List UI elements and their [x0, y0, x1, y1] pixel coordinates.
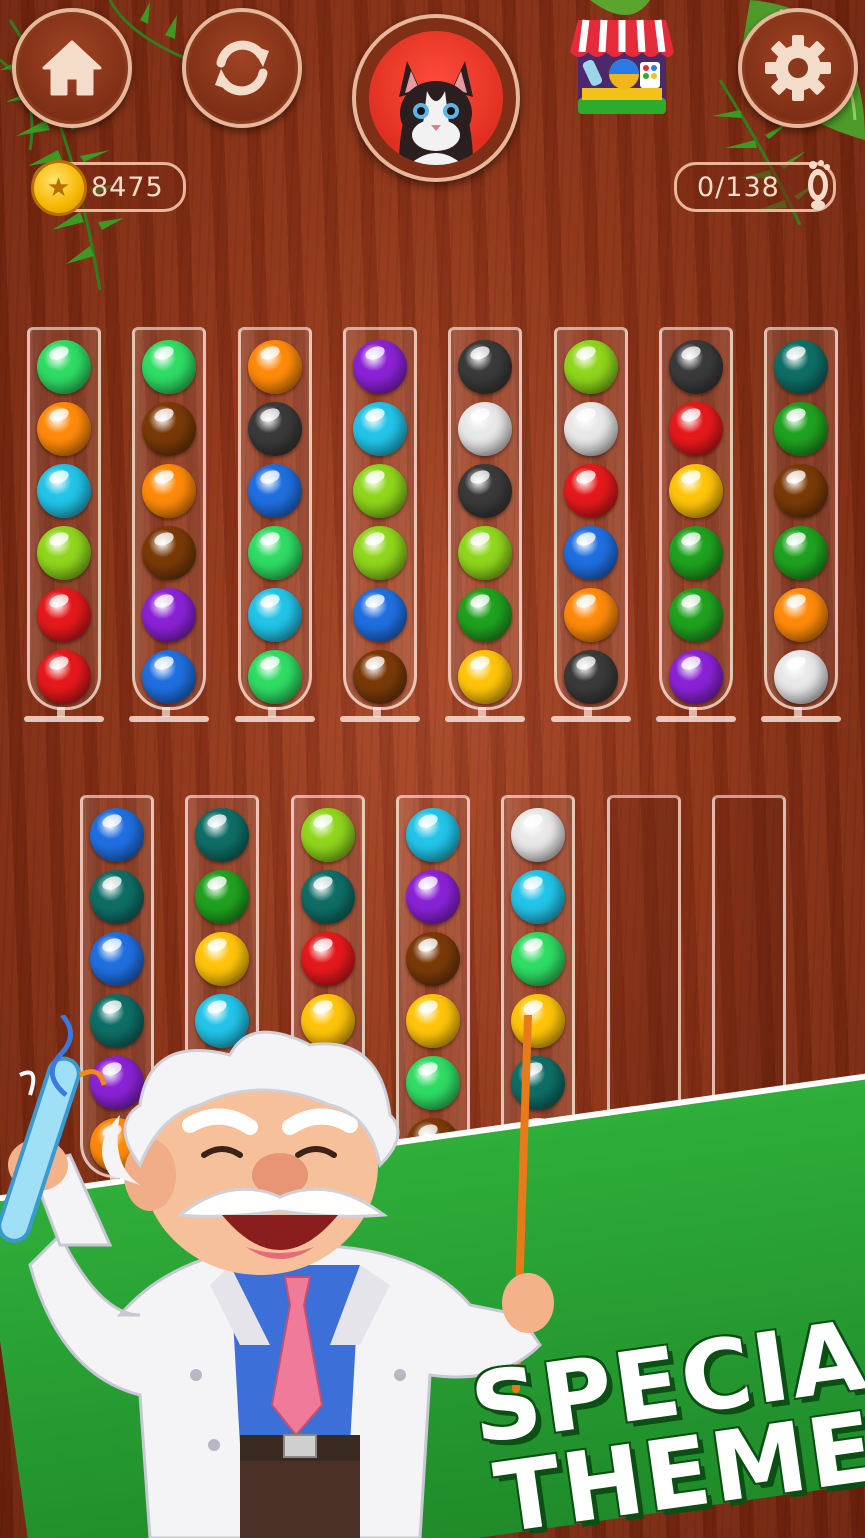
ball-lime — [37, 526, 91, 580]
ball-green — [774, 402, 829, 456]
ball-black — [247, 402, 302, 456]
ball-black — [458, 340, 513, 394]
ball-blue — [142, 650, 197, 704]
ball-white — [458, 402, 513, 456]
ball-lime — [352, 464, 407, 518]
ball-blue — [563, 526, 618, 580]
ball-cyan — [405, 808, 460, 862]
ball-yellow — [458, 650, 513, 704]
ball-blue — [90, 932, 144, 986]
ball-green — [195, 870, 250, 924]
home-icon — [42, 40, 102, 96]
ball-green — [458, 588, 513, 642]
ball-purple — [668, 650, 723, 704]
ball-red — [668, 402, 723, 456]
ball-teal — [195, 808, 250, 862]
game-screen: ★ 8475 0/138 SPECIAL THEMES — [0, 0, 865, 1538]
ball-yellow — [195, 932, 250, 986]
ball-white — [563, 402, 618, 456]
coin-counter: ★ 8475 — [31, 160, 186, 216]
ball-mint — [247, 650, 302, 704]
shop-button[interactable] — [566, 12, 678, 122]
ball-blue — [90, 808, 144, 862]
tube-stand — [550, 707, 631, 723]
row1-tube-5[interactable] — [445, 327, 526, 722]
ball-purple — [405, 870, 460, 924]
refresh-icon — [215, 40, 269, 96]
row1-tube-4[interactable] — [339, 327, 420, 722]
ball-brown — [352, 650, 407, 704]
ball-black — [668, 340, 723, 394]
ball-orange — [142, 464, 197, 518]
ball-teal — [90, 870, 144, 924]
ball-purple — [142, 588, 197, 642]
ball-blue — [247, 464, 302, 518]
ball-cyan — [247, 588, 302, 642]
ball-lime — [458, 526, 513, 580]
ball-black — [458, 464, 513, 518]
ball-teal — [300, 870, 355, 924]
ball-lime — [352, 526, 407, 580]
ball-blue — [352, 588, 407, 642]
ball-brown — [405, 932, 460, 986]
ball-mint — [247, 526, 302, 580]
row1-tube-1[interactable] — [24, 327, 104, 722]
ball-mint — [37, 340, 91, 394]
moves-counter: 0/138 — [674, 160, 836, 212]
star-coin-icon: ★ — [31, 160, 87, 216]
ball-orange — [37, 402, 91, 456]
moves-value: 0/138 — [697, 171, 780, 203]
ball-brown — [142, 526, 197, 580]
ball-black — [563, 650, 618, 704]
ball-green — [668, 526, 723, 580]
ball-yellow — [668, 464, 723, 518]
ball-lime — [563, 340, 618, 394]
ball-red — [37, 588, 91, 642]
ball-orange — [563, 588, 618, 642]
ball-mint — [511, 932, 566, 986]
tube-stand — [339, 707, 420, 723]
tube-stand — [655, 707, 736, 723]
row1-tube-6[interactable] — [550, 327, 631, 722]
ball-orange — [247, 340, 302, 394]
ball-mint — [142, 340, 197, 394]
ball-red — [563, 464, 618, 518]
row1-tube-7[interactable] — [655, 327, 736, 722]
ball-cyan — [511, 870, 566, 924]
avatar-button[interactable] — [352, 14, 520, 182]
footprint-icon — [808, 160, 830, 210]
settings-button[interactable] — [738, 8, 858, 128]
ball-brown — [142, 402, 197, 456]
home-button[interactable] — [12, 8, 132, 128]
coin-value: 8475 — [91, 171, 164, 203]
tube-stand — [445, 707, 526, 723]
ball-green — [668, 588, 723, 642]
ball-orange — [774, 588, 829, 642]
tube-stand — [761, 707, 842, 723]
tube-stand — [129, 707, 210, 723]
ball-teal — [774, 340, 829, 394]
ball-white — [774, 650, 829, 704]
row1-tube-3[interactable] — [234, 327, 315, 722]
shop-icon — [570, 19, 674, 114]
ball-lime — [300, 808, 355, 862]
tube-stand — [234, 707, 315, 723]
ball-white — [511, 808, 566, 862]
ball-red — [300, 932, 355, 986]
gear-icon — [765, 35, 831, 101]
row1-tube-8[interactable] — [761, 327, 842, 722]
cat-avatar — [369, 31, 503, 165]
tube-stand — [24, 707, 104, 723]
ball-red — [37, 650, 91, 704]
ball-purple — [352, 340, 407, 394]
ball-green — [774, 526, 829, 580]
ball-cyan — [352, 402, 407, 456]
restart-button[interactable] — [182, 8, 302, 128]
ball-brown — [774, 464, 829, 518]
row1-tube-2[interactable] — [129, 327, 210, 722]
ball-cyan — [37, 464, 91, 518]
